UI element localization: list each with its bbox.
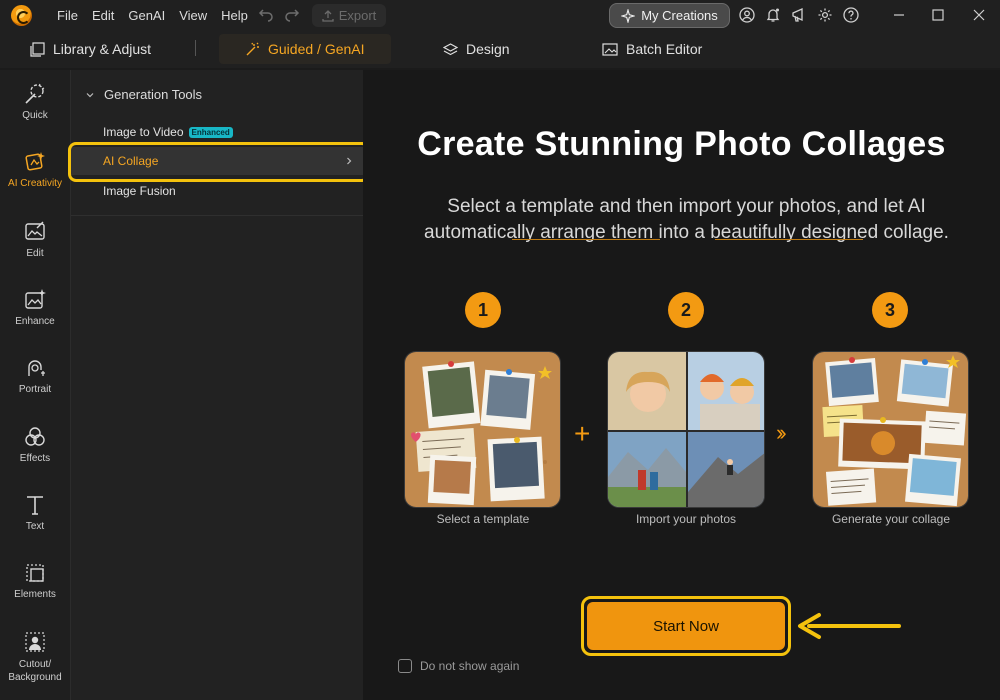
step-label-3: Generate your collage [831, 512, 951, 526]
tab-design[interactable]: Design [443, 34, 510, 64]
tab-batch-label: Batch Editor [626, 41, 703, 57]
rail-item-portrait[interactable]: Portrait [0, 356, 70, 416]
tab-design-label: Design [466, 41, 510, 57]
do-not-show-label: Do not show again [420, 659, 520, 673]
step-label-2: Import your photos [635, 512, 737, 526]
enhance-icon [25, 289, 46, 309]
panel-divider [71, 215, 364, 216]
settings-gear-icon[interactable] [816, 6, 834, 24]
generated-collage-preview-image [812, 351, 969, 508]
plus-icon: + [574, 418, 591, 449]
menu-bar: File Edit GenAI View Help [57, 8, 262, 23]
tool-image-fusion[interactable]: Image Fusion [103, 184, 176, 198]
rail-label-edit: Edit [26, 248, 44, 259]
tab-batch-editor[interactable]: Batch Editor [602, 34, 702, 64]
cutout-icon [25, 632, 45, 652]
export-icon [322, 9, 334, 22]
import-photos-preview-image [607, 351, 765, 508]
rail-item-cutout-background[interactable]: Cutout/ Background [0, 630, 70, 690]
close-icon[interactable] [969, 5, 989, 25]
menu-view[interactable]: View [179, 8, 207, 23]
chevron-down-icon [86, 92, 94, 97]
rail-label-portrait: Portrait [18, 384, 52, 395]
text-t-icon [27, 496, 43, 515]
undo-redo-group [258, 6, 300, 27]
rail-item-text[interactable]: Text [0, 493, 70, 553]
portrait-icon [28, 360, 45, 376]
menu-genai[interactable]: GenAI [128, 8, 165, 23]
effects-circles-icon [25, 427, 45, 446]
notification-bell-icon[interactable] [764, 6, 782, 24]
help-icon[interactable] [842, 6, 860, 24]
account-icon[interactable] [738, 6, 756, 24]
do-not-show-checkbox[interactable] [398, 659, 412, 673]
template-preview-image [404, 351, 561, 508]
tab-guided-label: Guided / GenAI [268, 41, 365, 57]
step-number-3: 3 [872, 292, 908, 328]
rail-item-ai-creativity[interactable]: AI Creativity [0, 150, 70, 210]
magic-wand-icon [246, 42, 259, 55]
page-title: Create Stunning Photo Collages [417, 125, 946, 163]
my-creations-label: My Creations [641, 8, 718, 23]
menu-file[interactable]: File [57, 8, 78, 23]
tab-library-label: Library & Adjust [53, 41, 152, 57]
step-number-1: 1 [465, 292, 501, 328]
quick-wand-icon [25, 83, 45, 104]
page-subtitle: Select a template and then import your p… [424, 196, 949, 243]
menu-edit[interactable]: Edit [92, 8, 114, 23]
rail-item-quick[interactable]: Quick [0, 82, 70, 142]
ai-collage-highlight-box [68, 142, 370, 182]
rail-label-elements: Elements [14, 589, 56, 600]
rail-label-enhance: Enhance [15, 316, 55, 327]
batch-images-icon [602, 42, 618, 56]
ai-creativity-icon [25, 152, 45, 171]
pointer-arrow-icon [798, 613, 901, 639]
step-number-2: 2 [668, 292, 704, 328]
tool-label-image-to-video: Image to Video [103, 125, 184, 139]
maximize-icon[interactable] [928, 5, 948, 25]
toolbar-icons [738, 6, 860, 24]
left-rail: Quick AI Creativity Edit Enhance Portrai… [0, 70, 70, 700]
module-tab-bar: Library & Adjust Guided / GenAI Design B… [0, 31, 1000, 68]
redo-icon[interactable] [284, 6, 300, 27]
tab-divider [195, 40, 196, 56]
title-bar: File Edit GenAI View Help Export My Crea… [0, 0, 1000, 31]
export-button[interactable]: Export [312, 4, 386, 27]
rail-item-edit[interactable]: Edit [0, 220, 70, 280]
step-connector-1 [512, 239, 660, 240]
undo-icon[interactable] [258, 6, 274, 27]
app-logo-icon [11, 5, 32, 26]
minimize-icon[interactable] [889, 5, 909, 25]
double-chevron-right-icon: ›› [776, 420, 786, 445]
step-label-1: Select a template [436, 512, 530, 526]
library-icon [30, 41, 45, 57]
rail-label-effects: Effects [19, 453, 51, 464]
rail-label-ai-creativity: AI Creativity [8, 178, 62, 189]
elements-icon [26, 564, 44, 582]
layers-icon [443, 42, 458, 55]
edit-image-icon [25, 221, 45, 240]
rail-label-cutout: Cutout/ Background [8, 659, 62, 683]
enhanced-badge: Enhanced [188, 126, 233, 138]
rail-item-enhance[interactable]: Enhance [0, 288, 70, 348]
my-creations-button[interactable]: My Creations [609, 3, 730, 28]
rail-label-text: Text [25, 521, 45, 532]
tool-image-to-video[interactable]: Image to Video Enhanced [103, 125, 233, 139]
promo-megaphone-icon[interactable] [790, 6, 808, 24]
tool-label-image-fusion: Image Fusion [103, 184, 176, 198]
rail-item-effects[interactable]: Effects [0, 425, 70, 485]
tab-guided-genai[interactable]: Guided / GenAI [219, 34, 391, 64]
export-label: Export [338, 8, 377, 23]
step-connector-2 [715, 239, 863, 240]
start-now-button[interactable]: Start Now [587, 602, 785, 650]
do-not-show-again-option[interactable]: Do not show again [398, 659, 519, 673]
sparkle-icon [621, 8, 636, 23]
tab-library-adjust[interactable]: Library & Adjust [30, 34, 151, 64]
rail-label-quick: Quick [22, 110, 48, 121]
section-header-generation-tools[interactable]: Generation Tools [85, 87, 202, 102]
menu-help[interactable]: Help [221, 8, 248, 23]
section-title: Generation Tools [104, 87, 203, 102]
rail-item-elements[interactable]: Elements [0, 561, 70, 621]
app-window: File Edit GenAI View Help Export My Crea… [0, 0, 1000, 700]
